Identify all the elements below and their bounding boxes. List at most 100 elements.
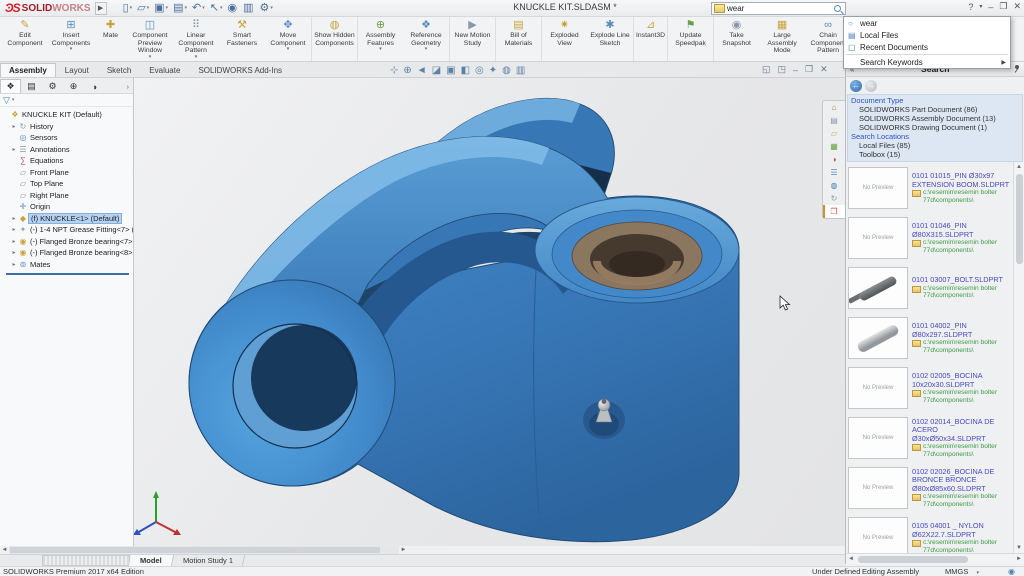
search-suggestion-item[interactable]: ▢ Recent Documents xyxy=(844,41,1010,53)
expand-arrow-icon[interactable]: ▸ xyxy=(10,146,18,153)
rollback-bar[interactable] xyxy=(6,273,129,275)
tree-item[interactable]: ▸ ☰ Annotations xyxy=(0,144,133,156)
results-vertical-scrollbar[interactable]: ▲ ▼ xyxy=(1013,162,1024,553)
units-selector[interactable]: MMGS ▾ xyxy=(945,567,979,576)
scroll-up-icon[interactable]: ▲ xyxy=(1016,162,1022,172)
document-mode-tab[interactable]: Model xyxy=(129,555,174,566)
task-pane-tab[interactable]: ↻ xyxy=(823,192,845,205)
ribbon-button[interactable]: ⚑ Update Speedpak xyxy=(667,17,713,61)
dropdown-arrow-icon[interactable]: ▾ xyxy=(149,55,152,61)
dropdown-arrow-icon[interactable]: ▾ xyxy=(195,55,198,61)
dropdown-arrow-icon[interactable]: ▾ xyxy=(184,1,187,16)
tree-item[interactable]: ▸ ⊚ Mates xyxy=(0,259,133,271)
qat-button[interactable]: ▣ ▾ xyxy=(152,1,170,16)
result-filename[interactable]: 0102 02014_BOCINA DE ACERO Ø30xØ50x34.SL… xyxy=(912,418,1012,444)
menu-expand-button[interactable]: ▶ xyxy=(95,2,107,15)
ribbon-button[interactable]: ◫ Component Preview Window ▾ xyxy=(127,17,173,61)
qat-button[interactable]: ▤ ▾ xyxy=(171,1,189,16)
ribbon-button[interactable]: ⠿ Linear Component Pattern ▾ xyxy=(173,17,219,61)
ribbon-button[interactable]: ▶ New Motion Study xyxy=(449,17,495,61)
expand-arrow-icon[interactable]: ▸ xyxy=(10,261,18,268)
tree-item[interactable]: ▸ ◉ (-) Flanged Bronze bearing<8> (Defau… xyxy=(0,247,133,259)
expand-arrow-icon[interactable]: ▸ xyxy=(10,123,18,130)
qat-button[interactable]: ↖ ▾ xyxy=(208,1,225,16)
search-filter-line[interactable]: SOLIDWORKS Assembly Document (13) xyxy=(851,114,1019,123)
search-result-row[interactable]: 0101 03007_BOLT.SLDPRT c:\resemin\resemi… xyxy=(848,264,1012,312)
view-tool-icon[interactable]: ✦ xyxy=(489,64,497,78)
ribbon-button[interactable]: ✱ Explode Line Sketch xyxy=(587,17,633,61)
graphics-viewport[interactable] xyxy=(134,78,845,546)
qat-button[interactable]: ↶ ▾ xyxy=(190,1,207,16)
dropdown-arrow-icon[interactable]: ▾ xyxy=(130,1,133,16)
task-pane-tab[interactable]: ⌂ xyxy=(823,101,845,114)
command-tab[interactable]: SOLIDWORKS Add-Ins xyxy=(189,63,291,77)
forward-button[interactable]: → xyxy=(865,80,877,92)
result-filename[interactable]: 0105 04001 _ NYLON Ø62X22.7.SLDPRT xyxy=(912,522,1012,539)
tree-item[interactable]: ▱ Top Plane xyxy=(0,178,133,190)
scroll-right-icon[interactable]: ► xyxy=(399,546,408,554)
dropdown-arrow-icon[interactable]: ▾ xyxy=(425,47,428,53)
scrollbar-thumb[interactable] xyxy=(10,547,380,553)
minimize-button[interactable]: ‒ xyxy=(988,2,993,12)
search-filter-line[interactable]: SOLIDWORKS Drawing Document (1) xyxy=(851,123,1019,132)
more-tabs-arrow-icon[interactable]: › xyxy=(123,84,133,93)
qat-button[interactable]: ▱ ▾ xyxy=(135,1,151,16)
result-filename[interactable]: 0101 01046_PIN Ø80X315.SLDPRT xyxy=(912,222,1012,239)
document-mode-tab[interactable]: Motion Study 1 xyxy=(172,555,245,566)
result-filename[interactable]: 0102 02005_BOCINA 10x20x30.SLDPRT xyxy=(912,372,1012,389)
ribbon-button[interactable]: ⊕ Assembly Features ▾ xyxy=(357,17,403,61)
search-result-row[interactable]: No Preview 0101 01046_PIN Ø80X315.SLDPRT… xyxy=(848,214,1012,262)
task-pane-tab[interactable]: ▱ xyxy=(823,127,845,140)
search-filter-line[interactable]: Local Files (85) xyxy=(851,141,1019,150)
ribbon-button[interactable]: ⚒ Smart Fasteners xyxy=(219,17,265,61)
expand-arrow-icon[interactable]: ▸ xyxy=(10,226,18,233)
qat-button[interactable]: ▯ ▾ xyxy=(121,1,135,16)
qat-button[interactable]: ▥ xyxy=(241,1,256,16)
search-result-row[interactable]: No Preview 0105 04001 _ NYLON Ø62X22.7.S… xyxy=(848,514,1012,553)
task-pane-tab[interactable]: ◑ xyxy=(823,153,845,166)
ribbon-button[interactable]: ◉ Take Snapshot xyxy=(713,17,759,61)
search-filter-line[interactable]: Document Type xyxy=(851,96,1019,105)
search-keywords-item[interactable]: Search Keywords ▶ xyxy=(844,56,1010,68)
globe-icon[interactable]: ◉ xyxy=(1008,567,1015,576)
pin-icon[interactable] xyxy=(1012,65,1020,73)
ribbon-button[interactable]: ▦ Large Assembly Mode xyxy=(759,17,805,61)
qat-button[interactable]: ◉ xyxy=(225,1,240,16)
close-button[interactable]: ✕ xyxy=(1013,1,1021,12)
tree-item[interactable]: ❖ KNUCKLE KIT (Default) xyxy=(0,109,133,121)
timeline-splitter[interactable] xyxy=(42,555,130,566)
tree-item[interactable]: ▱ Front Plane xyxy=(0,167,133,179)
pane-split2-icon[interactable]: ◳ xyxy=(778,64,787,75)
task-pane-tab[interactable]: ▦ xyxy=(823,140,845,153)
ribbon-button[interactable]: ▤ Bill of Materials xyxy=(495,17,541,61)
feature-manager-tab[interactable]: ◑ xyxy=(84,81,105,93)
search-suggestion-item[interactable]: ▤ Local Files xyxy=(844,29,1010,41)
search-result-row[interactable]: No Preview 0102 02005_BOCINA 10x20x30.SL… xyxy=(848,364,1012,412)
back-button[interactable]: ← xyxy=(850,80,862,92)
dropdown-arrow-icon[interactable]: ▾ xyxy=(287,47,290,53)
dropdown-arrow-icon[interactable]: ▾ xyxy=(166,1,169,16)
ribbon-button[interactable]: ❖ Reference Geometry ▾ xyxy=(403,17,449,61)
search-result-row[interactable]: No Preview 0102 02014_BOCINA DE ACERO Ø3… xyxy=(848,414,1012,462)
ribbon-button[interactable]: ⊞ Insert Components ▾ xyxy=(48,17,94,61)
search-result-row[interactable]: No Preview 0102 02026_BOCINA DE BRONCE B… xyxy=(848,464,1012,512)
ribbon-button[interactable]: ✥ Move Component ▾ xyxy=(265,17,311,61)
help-button[interactable]: ? xyxy=(968,2,973,12)
tree-item[interactable]: ∑ Equations xyxy=(0,155,133,167)
doc-minimize-button[interactable]: ‒ xyxy=(793,65,798,75)
dropdown-arrow-icon[interactable]: ▾ xyxy=(220,1,223,16)
help-dropdown-icon[interactable]: ▾ xyxy=(979,3,982,10)
scroll-down-icon[interactable]: ▼ xyxy=(1016,543,1022,553)
scroll-left-icon[interactable]: ◄ xyxy=(846,556,856,562)
scroll-left-icon[interactable]: ◄ xyxy=(0,546,9,554)
task-pane-tab[interactable]: ◍ xyxy=(823,179,845,192)
knuckle-3d-model[interactable] xyxy=(134,78,845,546)
dropdown-arrow-icon[interactable]: ▾ xyxy=(379,47,382,53)
viewport-horizontal-scrollbar[interactable]: ◄ ► xyxy=(0,546,845,554)
view-tool-icon[interactable]: ◄ xyxy=(417,64,427,78)
doc-restore-button[interactable]: ❐ xyxy=(805,64,813,75)
qat-button[interactable]: ⚙ ▾ xyxy=(257,1,274,16)
tree-item[interactable]: ▸ ◆ (f) KNUCKLE<1> (Default) xyxy=(0,213,133,225)
view-tool-icon[interactable]: ◧ xyxy=(461,64,470,78)
scrollbar-thumb[interactable] xyxy=(1016,174,1023,264)
